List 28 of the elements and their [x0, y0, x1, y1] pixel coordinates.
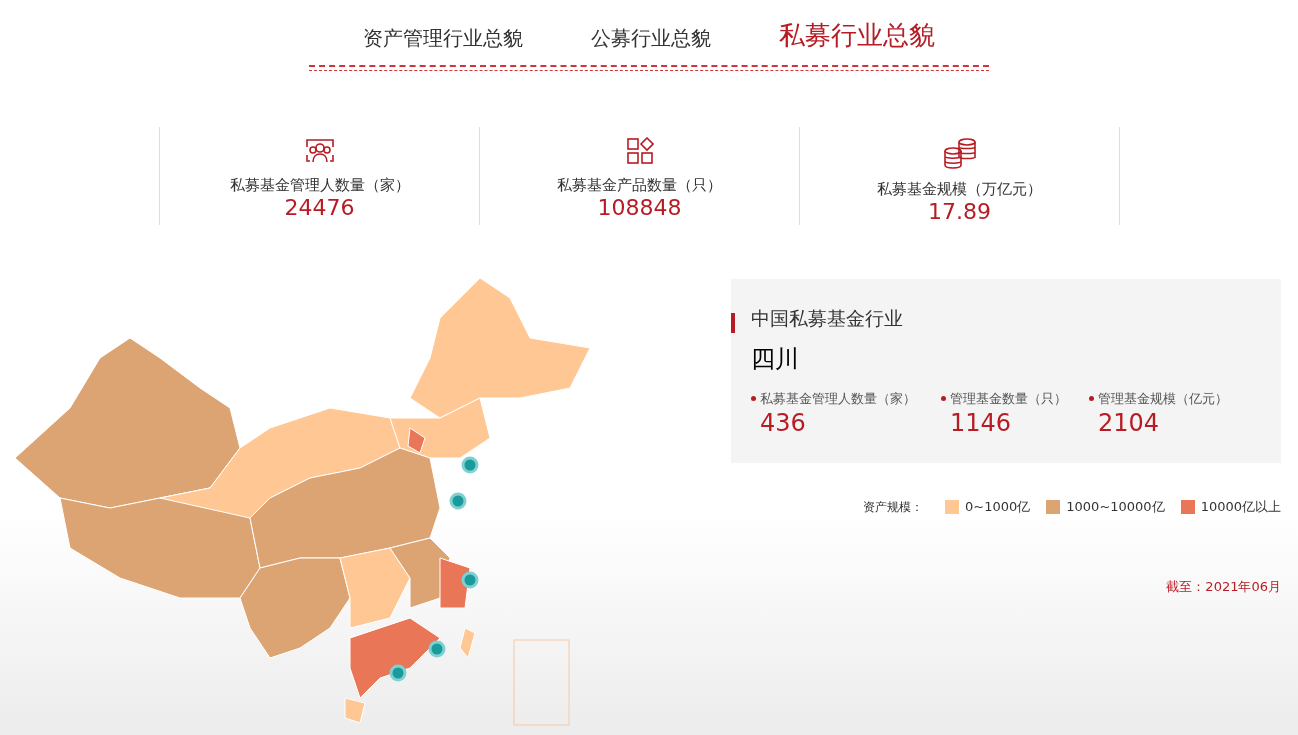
- bullet-icon: [941, 395, 946, 401]
- metric-value: 436: [759, 408, 807, 438]
- bullet-icon: [751, 395, 756, 401]
- coins-icon: [942, 137, 977, 169]
- legend-label: 1000~10000亿: [1066, 498, 1165, 516]
- legend-title: 资产规模：: [863, 498, 924, 516]
- stat-value: 17.89: [928, 199, 991, 225]
- section-tab[interactable]: 公募行业总貌: [587, 23, 715, 55]
- section-tab[interactable]: 资产管理行业总貌: [359, 23, 527, 55]
- bullet-icon: [1089, 395, 1094, 401]
- metric-value: 1146: [949, 408, 1013, 438]
- section-tab[interactable]: 私募行业总貌: [775, 16, 939, 55]
- stat-label: 私募基金规模（万亿元）: [877, 179, 1042, 199]
- metric-value: 2104: [1097, 408, 1161, 438]
- as-of-date: 截至：2021年06月: [1166, 577, 1281, 596]
- legend-label: 10000亿以上: [1200, 498, 1281, 516]
- panel-title: 中国私募基金行业: [751, 306, 904, 331]
- metric-label: 管理基金数量（只）: [950, 389, 1067, 408]
- stat-value: 108848: [597, 195, 682, 221]
- legend-label: 0~1000亿: [965, 498, 1031, 516]
- region-name: 四川: [751, 343, 800, 375]
- stat-value: 24476: [284, 195, 355, 221]
- people-icon: [303, 137, 336, 165]
- grid-icon: [625, 137, 654, 165]
- stat-label: 私募基金产品数量（只）: [557, 175, 722, 195]
- metric-label: 管理基金规模（亿元）: [1098, 389, 1228, 408]
- stat-label: 私募基金管理人数量（家）: [229, 175, 410, 195]
- metric-label: 私募基金管理人数量（家）: [760, 389, 916, 408]
